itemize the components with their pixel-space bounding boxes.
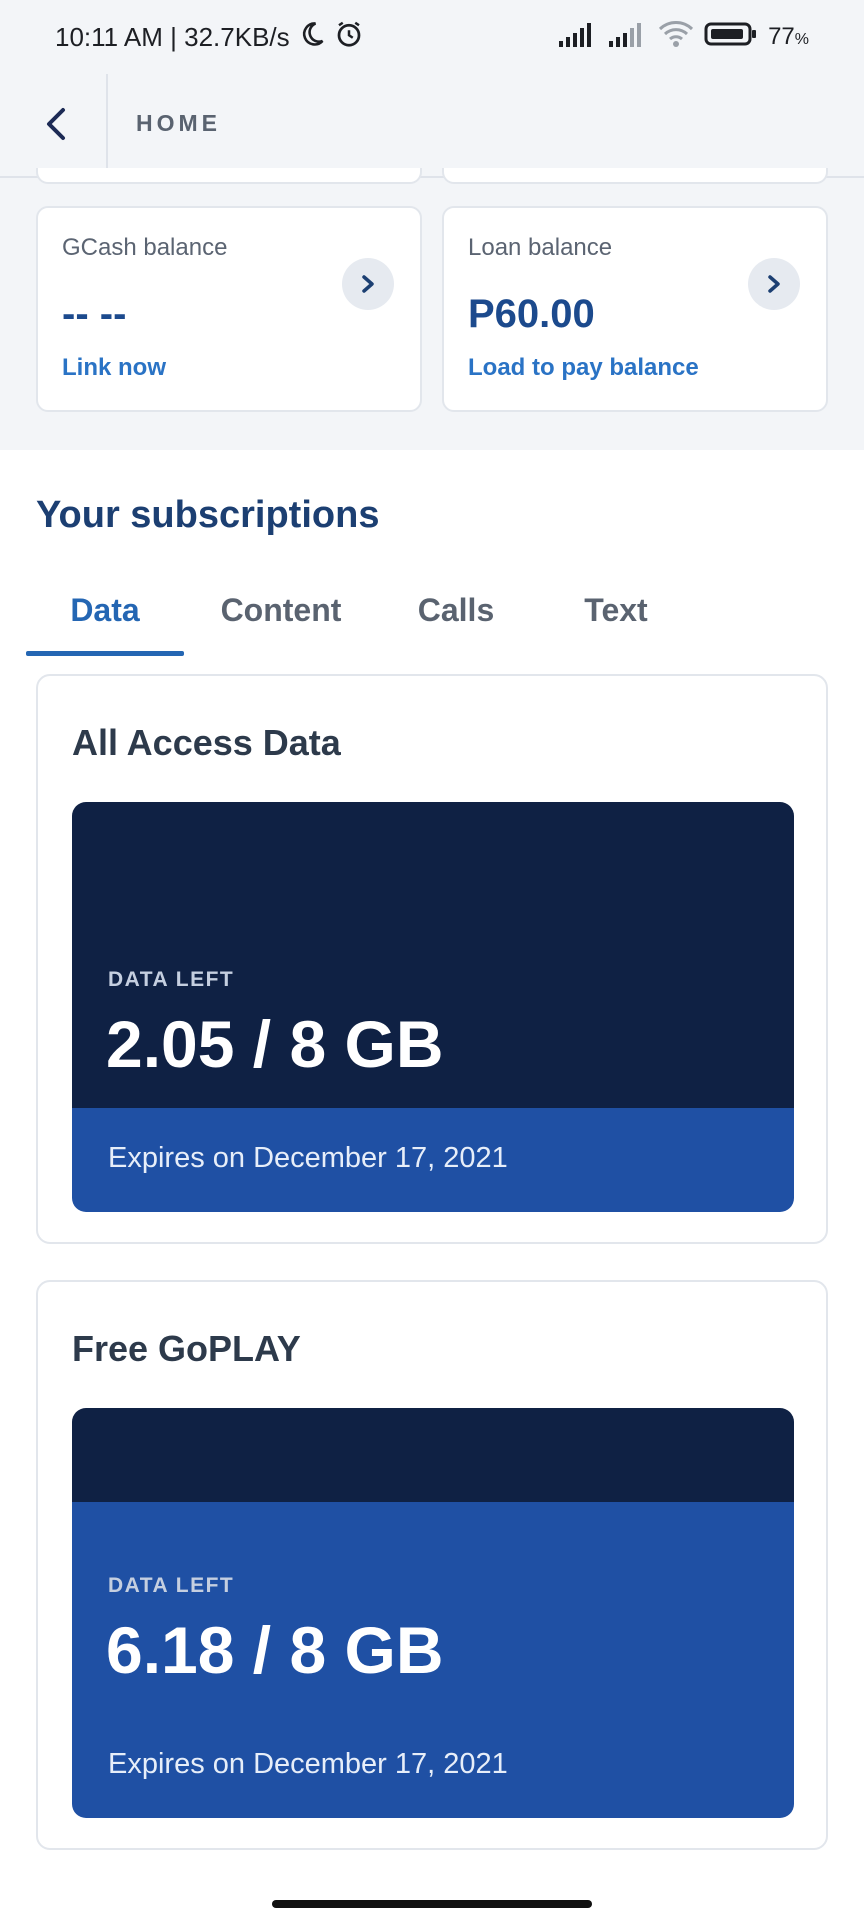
gcash-balance-card[interactable]: GCash balance -- -- Link now — [36, 206, 422, 412]
home-indicator — [272, 1900, 592, 1908]
tab-data[interactable]: Data — [26, 584, 184, 656]
data-block-top — [72, 1408, 794, 1502]
status-bar: 10:11 AM | 32.7KB/s 77% — [0, 0, 864, 74]
data-left-label: DATA LEFT — [108, 968, 235, 991]
app-header: HOME — [0, 74, 864, 178]
active-tab-indicator — [26, 651, 184, 656]
status-right: 77% — [558, 20, 809, 55]
alarm-icon — [334, 19, 364, 56]
data-left-amount: 6.18 / 8 GB — [106, 1613, 444, 1687]
battery-icon — [704, 21, 758, 54]
subscription-name: All Access Data — [72, 722, 341, 763]
back-button[interactable] — [20, 88, 92, 160]
subscription-card-all-access[interactable]: All Access Data DATA LEFT 2.05 / 8 GB Ex… — [36, 674, 828, 1244]
signal-weak-icon — [608, 21, 648, 54]
page-title: HOME — [136, 110, 221, 136]
data-left-amount: 2.05 / 8 GB — [106, 1007, 444, 1081]
balance-value: -- -- — [62, 292, 127, 336]
balance-area: GCash balance -- -- Link now Loan balanc… — [0, 168, 864, 450]
signal-icon — [558, 21, 598, 54]
tab-calls[interactable]: Calls — [386, 584, 526, 656]
wifi-icon — [658, 20, 694, 55]
status-left: 10:11 AM | 32.7KB/s — [55, 19, 364, 56]
chevron-right-icon — [362, 275, 374, 293]
chevron-left-icon — [47, 108, 65, 140]
loan-balance-card[interactable]: Loan balance P60.00 Load to pay balance — [442, 206, 828, 412]
subscription-card-free-goplay[interactable]: Free GoPLAY DATA LEFT 6.18 / 8 GB Expire… — [36, 1280, 828, 1850]
tab-text[interactable]: Text — [546, 584, 686, 656]
status-time-speed: 10:11 AM | 32.7KB/s — [55, 21, 290, 52]
data-usage-block: DATA LEFT 6.18 / 8 GB Expires on Decembe… — [72, 1408, 794, 1818]
peek-card-left — [36, 168, 422, 184]
chevron-right-icon — [768, 275, 780, 293]
header-divider — [106, 74, 108, 178]
balance-value: P60.00 — [468, 292, 595, 336]
balance-label: Loan balance — [468, 234, 613, 261]
peek-card-right — [442, 168, 828, 184]
data-left-label: DATA LEFT — [108, 1574, 235, 1597]
subscription-name: Free GoPLAY — [72, 1328, 301, 1369]
subscriptions-title: Your subscriptions — [36, 494, 380, 536]
data-usage-block: DATA LEFT 2.05 / 8 GB Expires on Decembe… — [72, 802, 794, 1212]
moon-icon — [298, 20, 326, 55]
tab-content[interactable]: Content — [196, 584, 366, 656]
screen: 10:11 AM | 32.7KB/s 77% HOME GCash balan… — [0, 0, 864, 1920]
loan-arrow-button[interactable] — [748, 258, 800, 310]
subscription-tabs: Data Content Calls Text — [26, 584, 838, 656]
link-now-link[interactable]: Link now — [62, 354, 166, 382]
gcash-arrow-button[interactable] — [342, 258, 394, 310]
expiry-text: Expires on December 17, 2021 — [108, 1748, 508, 1780]
expiry-text: Expires on December 17, 2021 — [108, 1142, 508, 1174]
battery-level: 77% — [768, 23, 809, 50]
balance-label: GCash balance — [62, 234, 228, 261]
load-to-pay-link[interactable]: Load to pay balance — [468, 354, 699, 382]
